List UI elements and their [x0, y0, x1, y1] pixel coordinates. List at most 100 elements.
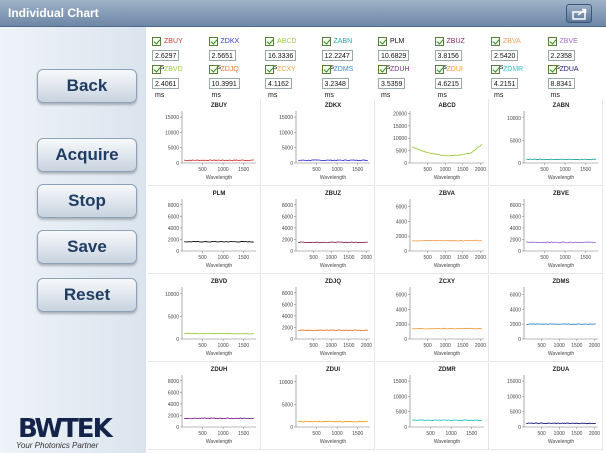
- x-tick-label: 500: [198, 167, 207, 173]
- checkbox-icon[interactable]: [547, 65, 557, 74]
- chart-svg: ZDUI 0 5000 10000 500 1000 1500 Wavelength: [279, 367, 370, 445]
- spectrum-chart-zduh[interactable]: ZDUH 0 2000 4000 6000 8000 500 1000 1500 Waveleng…: [148, 363, 261, 450]
- x-tick-label: 1000: [326, 255, 337, 261]
- spectrum-chart-abcd[interactable]: ABCD 0 5000 10000 15000 20000 500 1000 1500 2000 W…: [376, 99, 489, 186]
- y-tick-label: 6000: [168, 390, 179, 396]
- spectrum-chart-zcxy[interactable]: ZCXY 0 2000 4000 6000 500 1000 1500 2000 Waveleng…: [376, 275, 489, 362]
- checkbox-icon[interactable]: [434, 37, 444, 46]
- checkbox-icon[interactable]: [491, 65, 500, 74]
- chart-title: ZBUY: [211, 103, 227, 109]
- legend-checkbox-zbuy[interactable]: ZBUY: [152, 37, 183, 46]
- checkbox-icon[interactable]: [152, 37, 161, 46]
- chart-svg: ZBUZ 0 2000 4000 6000 8000 500 1000 1500 2000 Wave…: [282, 191, 372, 269]
- x-tick-label: 1500: [352, 167, 363, 173]
- spectrum-chart-zbuz[interactable]: ZBUZ 0 2000 4000 6000 8000 500 1000 1500 2000 Wave…: [262, 187, 375, 274]
- checkbox-icon[interactable]: [547, 37, 557, 46]
- series-line-zdua: [526, 422, 596, 425]
- x-tick-label: 2000: [361, 343, 372, 349]
- x-axis-label: Wavelength: [206, 439, 232, 445]
- integration-time-field: 2.4061 ms: [152, 78, 180, 99]
- chart-svg: ZDUA 0 5000 10000 15000 500 1000 1500 2000 Wavele…: [507, 367, 600, 445]
- x-tick-label: 2000: [361, 255, 372, 261]
- integration-time-field: 3.5359 ms: [378, 78, 406, 99]
- chart-title: ZBVD: [211, 279, 228, 285]
- integration-time-field: 3.8156 ms: [434, 50, 462, 71]
- spectrum-chart-zbuy[interactable]: ZBUY 0 5000 10000 15000 500 1000 1500 Wavelength: [148, 99, 261, 186]
- legend-checkbox-zdua[interactable]: ZDUA: [547, 65, 579, 74]
- reset-button[interactable]: Reset: [37, 278, 137, 312]
- save-button[interactable]: Save: [37, 230, 137, 264]
- legend-checkbox-zbvd[interactable]: ZBVD: [152, 65, 183, 74]
- chart-title: ZDMR: [438, 367, 456, 373]
- chart-title: ZCXY: [439, 279, 455, 285]
- spectrum-chart-zabn[interactable]: ZABN 0 5000 10000 500 1000 1500 Wavelength: [490, 99, 603, 186]
- checkbox-icon[interactable]: [378, 37, 387, 46]
- legend-checkbox-zduh[interactable]: ZDUH: [378, 65, 409, 74]
- checkbox-icon[interactable]: [152, 65, 161, 74]
- spectrum-chart-zdjq[interactable]: ZDJQ 0 2000 4000 6000 8000 500 1000 1500 2000 Wave…: [262, 275, 375, 362]
- checkbox-icon[interactable]: [208, 65, 218, 74]
- legend-checkbox-zabn[interactable]: ZABN: [321, 37, 352, 46]
- y-tick-label: 5000: [510, 138, 521, 144]
- checkbox-icon[interactable]: [321, 65, 331, 74]
- spectrum-chart-zbve[interactable]: ZBVE 0 2000 4000 6000 8000 500 1000 1500 Waveleng…: [490, 187, 603, 274]
- x-axis-label: Wavelength: [548, 439, 574, 445]
- spectrum-chart-zdmr[interactable]: ZDMR 0 5000 10000 15000 500 1000 1500 Wavelength: [376, 363, 489, 450]
- y-tick-label: 0: [176, 425, 179, 431]
- legend-label: ZBVA: [503, 38, 521, 45]
- spectrum-chart-zdms[interactable]: ZDMS 0 2000 4000 6000 500 1000 1500 2000 Waveleng…: [490, 275, 603, 362]
- checkbox-icon[interactable]: [321, 37, 331, 46]
- back-button[interactable]: Back: [37, 69, 137, 103]
- legend-checkbox-zcxy[interactable]: ZCXY: [265, 65, 296, 74]
- checkbox-icon[interactable]: [265, 37, 274, 46]
- x-tick-label: 500: [198, 255, 207, 261]
- series-line-plm: [184, 240, 254, 243]
- legend-label: ZBVD: [164, 66, 183, 73]
- acquire-button[interactable]: Acquire: [37, 138, 137, 172]
- chart-title: ABCD: [438, 103, 456, 109]
- chart-title: ZDUA: [553, 367, 570, 373]
- legend-checkbox-zbuz[interactable]: ZBUZ: [434, 37, 465, 46]
- spectrum-chart-zbva[interactable]: ZBVA 0 2000 4000 6000 500 1000 1500 2000 Waveleng…: [376, 187, 489, 274]
- legend-label: ZDMS: [333, 66, 354, 73]
- checkbox-icon[interactable]: [208, 37, 218, 46]
- x-tick-label: 500: [198, 343, 207, 349]
- checkbox-icon[interactable]: [434, 65, 444, 74]
- chart-svg: ZDJQ 0 2000 4000 6000 8000 500 1000 1500 2000 Wave…: [282, 279, 372, 357]
- legend-checkbox-zdmr[interactable]: ZDMR: [491, 65, 523, 74]
- y-tick-label: 5000: [282, 146, 293, 152]
- legend-checkbox-zbve[interactable]: ZBVE: [547, 37, 578, 46]
- spectrum-chart-zdua[interactable]: ZDUA 0 5000 10000 15000 500 1000 1500 2000 Wavele…: [490, 363, 603, 450]
- chart-title: ZBUZ: [325, 191, 341, 197]
- y-tick-label: 10000: [165, 292, 179, 298]
- legend-checkbox-plm[interactable]: PLM: [378, 37, 404, 46]
- x-axis-label: Wavelength: [434, 263, 460, 269]
- checkbox-icon[interactable]: [491, 37, 500, 46]
- legend-checkbox-zdms[interactable]: ZDMS: [321, 65, 354, 74]
- x-tick-label: 1500: [457, 343, 468, 349]
- export-button[interactable]: [566, 4, 592, 23]
- y-tick-label: 15000: [165, 115, 179, 121]
- x-axis-label: Wavelength: [548, 175, 574, 181]
- y-tick-label: 6000: [282, 214, 293, 220]
- legend-label: ZDUH: [390, 66, 410, 73]
- y-tick-label: 4000: [396, 307, 407, 313]
- legend-checkbox-abcd[interactable]: ABCD: [265, 37, 296, 46]
- y-tick-label: 15000: [279, 115, 293, 121]
- spectrum-chart-zdkx[interactable]: ZDKX 0 5000 10000 15000 500 1000 1500 Wavelength: [262, 99, 375, 186]
- legend-checkbox-zbva[interactable]: ZBVA: [491, 37, 521, 46]
- spectrum-chart-zbvd[interactable]: ZBVD 0 5000 10000 500 1000 1500 Wavelength: [148, 275, 261, 362]
- stop-button[interactable]: Stop: [37, 184, 137, 218]
- integration-time-field: 3.2348 ms: [321, 78, 349, 99]
- legend-checkbox-zdui[interactable]: ZDUI: [434, 65, 463, 74]
- chart-title: ZDMS: [553, 279, 570, 285]
- legend-checkbox-zdkx[interactable]: ZDKX: [208, 37, 239, 46]
- checkbox-icon[interactable]: [265, 65, 274, 74]
- spectrum-chart-zdui[interactable]: ZDUI 0 5000 10000 500 1000 1500 Wavelength: [262, 363, 375, 450]
- legend-label: ZBUY: [164, 38, 183, 45]
- checkbox-icon[interactable]: [378, 65, 387, 74]
- x-axis-label: Wavelength: [206, 351, 232, 357]
- y-tick-label: 6000: [168, 214, 179, 220]
- legend-checkbox-zdjq[interactable]: ZDJQ: [208, 65, 239, 74]
- spectrum-chart-plm[interactable]: PLM 0 2000 4000 6000 8000 500 1000 1500 Wavelengt…: [148, 187, 261, 274]
